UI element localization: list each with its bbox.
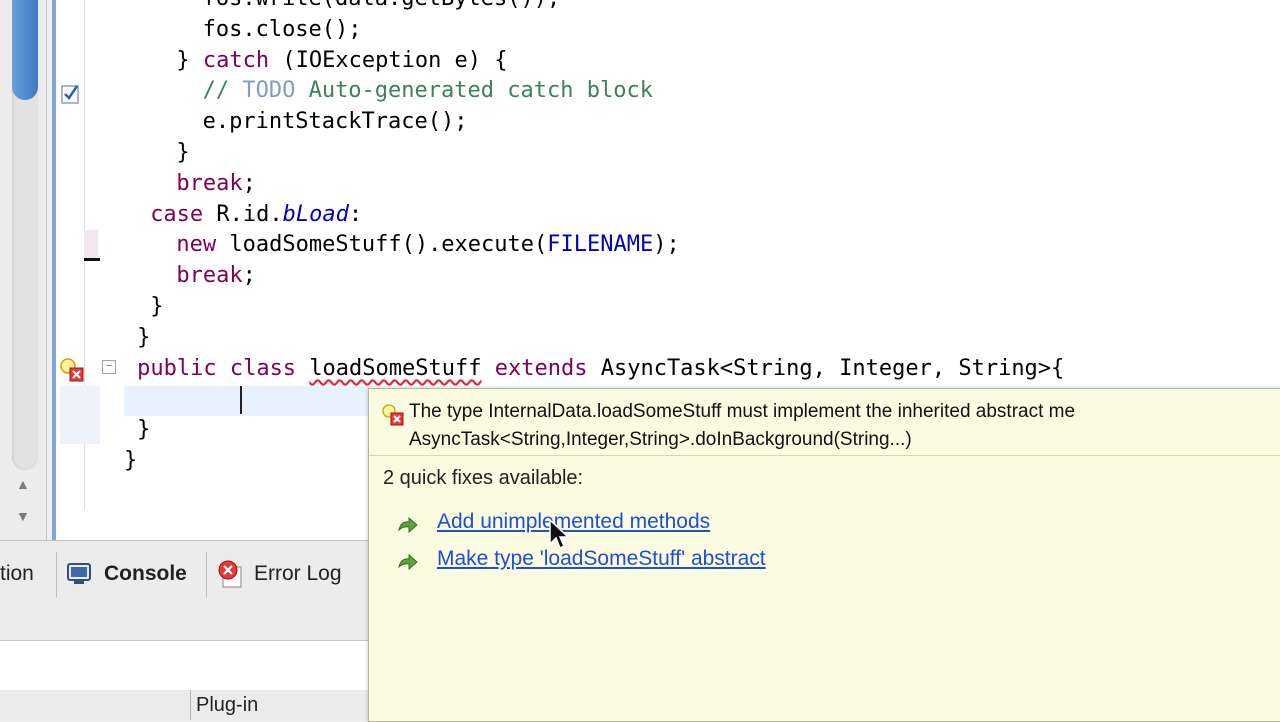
code-token: break (176, 170, 243, 196)
green-arrow-icon (398, 517, 418, 534)
tab-partial[interactable]: tion (0, 546, 34, 602)
code-token: TODO (242, 78, 296, 104)
quick-fixes-title: 2 quick fixes available: (383, 467, 584, 489)
code-token: catch (202, 47, 270, 73)
code-token: : (348, 201, 363, 227)
column-separator[interactable] (190, 690, 191, 720)
code-token: break (176, 263, 243, 289)
code-token: e.printStackTrace(); (202, 109, 468, 135)
code-token: extends (494, 355, 588, 381)
tab-console-label: Console (104, 562, 187, 585)
code-token: } (176, 140, 190, 165)
error-log-icon (218, 560, 242, 588)
code-line[interactable]: } (176, 138, 189, 168)
scroll-down-arrow-icon[interactable]: ▼ (16, 508, 30, 524)
code-line[interactable]: } (150, 292, 163, 322)
panel-content-row (0, 640, 380, 692)
change-marker (84, 230, 98, 260)
code-token: loadSomeStuff().execute( (216, 232, 548, 258)
code-line[interactable]: case R.id.bLoad: (150, 200, 362, 230)
scrollbar-thumb[interactable] (12, 0, 38, 100)
code-token: // (202, 78, 243, 104)
tab-partial-label: tion (0, 562, 34, 585)
code-line[interactable]: fos.close(); (203, 15, 362, 45)
code-line[interactable]: break; (176, 261, 255, 291)
error-message-line-2: AsyncTask<String,Integer,String>.doInBac… (409, 429, 912, 450)
scroll-up-arrow-icon[interactable]: ▲ (16, 476, 30, 492)
green-arrow-icon (398, 554, 418, 571)
quick-fix-message: The type InternalData.loadSomeStuff must… (369, 389, 1280, 456)
code-line[interactable]: } (137, 323, 150, 353)
tab-separator (206, 552, 207, 598)
cursor-marker (84, 258, 100, 261)
code-token: loadSomeStuff (309, 355, 482, 381)
error-lightbulb-icon[interactable] (58, 356, 86, 384)
bottom-tab-bar: tion Console Error Log (0, 546, 380, 602)
code-token: } (137, 324, 151, 350)
error-lightbulb-icon (382, 404, 404, 426)
console-icon (67, 563, 91, 584)
code-token: ); (653, 232, 680, 258)
error-message-line-1: The type InternalData.loadSomeStuff must… (409, 401, 1076, 422)
code-line[interactable]: new loadSomeStuff().execute(FILENAME); (176, 230, 679, 260)
code-token: AsyncTask<String, Integer, String>{ (587, 355, 1065, 381)
code-token: ; (242, 263, 256, 289)
code-token: new (176, 232, 217, 258)
code-token: bLoad (282, 201, 349, 227)
code-token: case (150, 201, 204, 227)
quick-fix-popup: The type InternalData.loadSomeStuff must… (368, 388, 1280, 722)
tab-console[interactable]: Console (66, 546, 187, 602)
tab-error-log[interactable]: Error Log (216, 546, 342, 602)
task-checkbox-icon[interactable] (58, 80, 84, 106)
code-token: (IOException e) { (269, 47, 508, 73)
code-line[interactable]: e.printStackTrace(); (203, 107, 468, 137)
panel-column-header: Plug-in (0, 690, 380, 720)
code-token: } (176, 47, 203, 73)
code-token: FILENAME (547, 232, 654, 258)
code-token: ; (242, 170, 256, 196)
mouse-pointer-icon (549, 518, 570, 550)
fix-make-type-abstract-link[interactable]: Make type 'loadSomeStuff' abstract (437, 547, 766, 571)
code-token: R.id. (203, 201, 283, 227)
code-token: class (229, 355, 297, 381)
code-token: } (124, 448, 138, 473)
code-line[interactable]: } (124, 446, 137, 476)
code-token: fos.close(); (202, 16, 362, 42)
plugin-column-header[interactable]: Plug-in (196, 694, 258, 717)
code-token: } (137, 417, 151, 443)
gutter-highlight (60, 386, 100, 444)
tab-separator (56, 552, 57, 598)
code-line[interactable]: public class loadSomeStuff extends Async… (137, 354, 1064, 384)
code-line[interactable]: // TODO Auto-generated catch block (203, 76, 653, 106)
code-token: public (137, 355, 217, 381)
code-token: } (150, 294, 164, 319)
fix-add-unimplemented-methods-link[interactable]: Add unimplemented methods (437, 510, 710, 534)
code-token: fos.write(data.getBytes()); (203, 0, 561, 11)
text-cursor (240, 386, 242, 414)
code-line[interactable]: } catch (IOException e) { (176, 46, 507, 76)
code-line[interactable]: fos.write(data.getBytes()); (203, 0, 561, 14)
tab-error-log-label: Error Log (254, 562, 342, 585)
code-token: Auto-generated catch block (295, 78, 653, 104)
code-line[interactable]: break; (176, 169, 255, 199)
vertical-scrollbar[interactable]: ▲ ▼ (0, 0, 47, 540)
fold-collapse-icon[interactable]: − (102, 360, 116, 374)
code-line[interactable]: } (137, 415, 150, 445)
